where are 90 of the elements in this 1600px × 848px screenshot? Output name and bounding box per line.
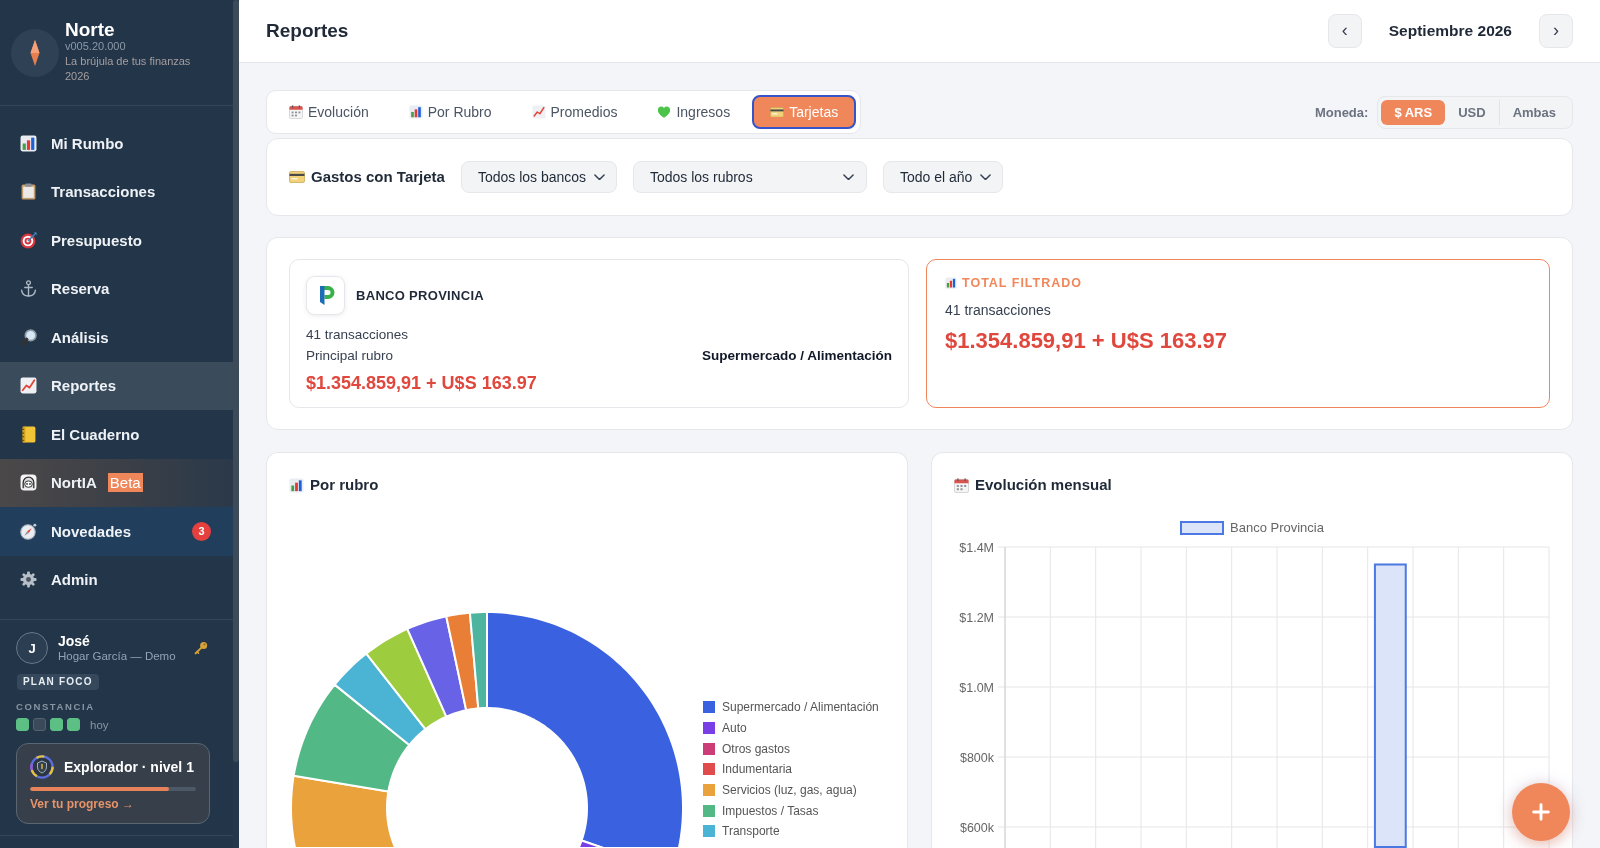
nav-item[interactable]: Reportes: [0, 361, 233, 410]
heart-icon: [657, 105, 672, 119]
chevron-down-icon: [594, 173, 606, 181]
top-category-value: Supermercado / Alimentación: [701, 347, 892, 364]
streak-caption: hoy: [90, 718, 109, 731]
clipboard-icon: [20, 183, 37, 201]
section-title: Gastos con Tarjeta: [311, 167, 445, 187]
total-title: TOTAL FILTRADO: [962, 276, 1082, 290]
line-chart-icon: [20, 377, 37, 395]
beta-tag: Beta: [107, 473, 143, 493]
user-name: José: [58, 633, 91, 649]
nav-item[interactable]: Admin: [0, 555, 233, 604]
y-axis-label: $1.0M: [959, 680, 994, 695]
chevron-down-icon: [842, 173, 854, 181]
calendar-icon: [954, 477, 969, 493]
nav-item[interactable]: Mi Rumbo: [0, 119, 233, 168]
currency-label: Moneda:: [1314, 105, 1369, 120]
chart-title: Evolución mensual: [975, 475, 1112, 495]
plus-icon: [1532, 803, 1550, 821]
bar-chart-icon: [20, 134, 37, 152]
filter-dropdown[interactable]: Todos los bancos: [460, 161, 617, 193]
key-icon[interactable]: [194, 641, 208, 655]
legend-label: Transporte: [722, 824, 780, 839]
nav-item[interactable]: Transacciones: [0, 167, 233, 216]
search-icon: [20, 328, 37, 346]
currency-option[interactable]: Ambas: [1498, 100, 1569, 125]
report-tab[interactable]: Ingresos: [639, 95, 749, 129]
bank-logo-icon: [306, 276, 345, 315]
filter-dropdown[interactable]: Todo el año: [882, 161, 1003, 193]
nav-item[interactable]: Reserva: [0, 264, 233, 313]
nav-item[interactable]: Novedades 3: [0, 507, 233, 556]
y-axis-label: $1.2M: [959, 610, 994, 625]
tagline-text: La brújula de tus finanzas: [65, 54, 191, 69]
legend-label: Servicios (luz, gas, agua): [722, 783, 857, 798]
compass-icon: [20, 522, 37, 540]
top-category-label: Principal rubro: [306, 347, 394, 364]
nav-item[interactable]: NortIA Beta: [0, 458, 233, 507]
nav-item[interactable]: Análisis: [0, 313, 233, 362]
gear-icon: [20, 571, 37, 589]
credit-card-icon: [770, 106, 785, 118]
legend-label: Supermercado / Alimentación: [722, 700, 879, 715]
bar-chart-icon: [289, 477, 304, 493]
chevron-down-icon: [980, 173, 992, 181]
report-tab[interactable]: Evolución: [271, 95, 387, 129]
bank-name: BANCO PROVINCIA: [356, 288, 484, 303]
credit-card-icon: [289, 171, 305, 183]
legend-label: Banco Provincia: [1230, 521, 1324, 535]
level-title: Explorador · nivel 1: [64, 759, 194, 775]
target-icon: [20, 231, 37, 249]
bar-chart-icon: [408, 105, 423, 119]
report-tab[interactable]: Por Rubro: [390, 95, 510, 129]
anchor-icon: [20, 280, 37, 298]
scrollbar-thumb[interactable]: [233, 0, 239, 762]
y-axis-label: $1.4M: [959, 540, 994, 555]
previous-month-button[interactable]: ‹: [1327, 14, 1362, 48]
household-name: Hogar García — Demo: [58, 649, 176, 663]
streak-label: CONSTANCIA: [16, 702, 95, 712]
transaction-count: 41 transacciones: [945, 302, 1051, 319]
progress-link[interactable]: Ver tu progreso →: [30, 797, 135, 812]
year-text: 2026: [65, 69, 90, 84]
total-amount: $1.354.859,91 + U$S 163.97: [945, 328, 1227, 354]
report-tab[interactable]: Promedios: [513, 95, 636, 129]
transaction-count: 41 transacciones: [306, 326, 409, 343]
notebook-icon: [20, 425, 37, 443]
bank-amount: $1.354.859,91 + U$S 163.97: [306, 372, 537, 394]
y-axis-label: $800k: [959, 750, 994, 765]
page-title: Reportes: [266, 20, 349, 42]
chart-title: Por rubro: [310, 475, 379, 495]
next-month-button[interactable]: ›: [1539, 14, 1573, 48]
filter-dropdown[interactable]: Todos los rubros: [632, 161, 867, 193]
app-name: Norte: [65, 21, 115, 39]
legend-label: Auto: [722, 721, 747, 736]
bar-chart-icon: [945, 277, 957, 289]
calendar-icon: [289, 105, 303, 119]
legend-label: Otros gastos: [722, 741, 791, 756]
y-axis-label: $600k: [959, 820, 994, 835]
nav-item[interactable]: Presupuesto: [0, 216, 233, 265]
plan-badge: PLAN FOCO: [17, 674, 99, 690]
compass-logo-icon: [11, 28, 59, 77]
version-text: v005.20.000: [65, 39, 126, 54]
user-avatar: J: [16, 632, 48, 664]
currency-option[interactable]: USD: [1445, 100, 1499, 125]
legend-label: Indumentaria: [722, 762, 793, 777]
period-label: Septiembre 2026: [1388, 22, 1512, 40]
nav-item[interactable]: El Cuaderno: [0, 410, 233, 459]
robot-icon: [20, 474, 37, 492]
shield-badge-icon: [30, 755, 54, 779]
count-badge: 3: [192, 521, 211, 541]
legend-label: Impuestos / Tasas: [722, 803, 819, 818]
line-chart-icon: [531, 105, 546, 119]
